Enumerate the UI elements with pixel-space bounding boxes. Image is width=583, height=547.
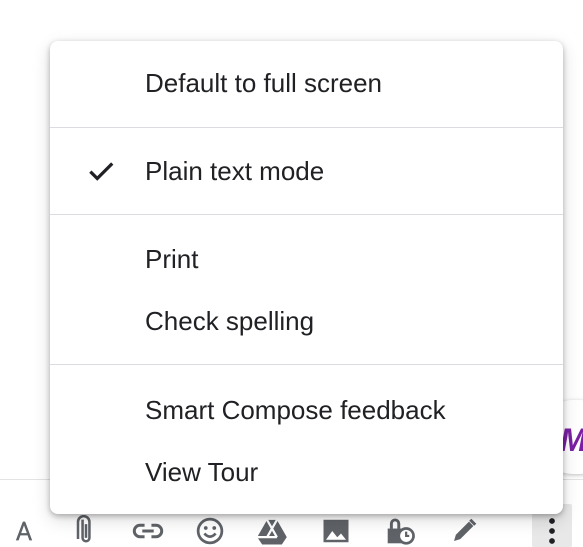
insert-photo-icon[interactable] (320, 515, 352, 547)
menu-item-label: Smart Compose feedback (145, 394, 446, 425)
menu-item-view-tour[interactable]: View Tour (50, 442, 563, 502)
menu-item-label: Print (145, 243, 199, 274)
app-logo-icon: M (560, 422, 583, 458)
menu-item-label: Plain text mode (145, 155, 325, 186)
menu-item-plain-text-mode[interactable]: Plain text mode (50, 141, 563, 201)
more-options-icon[interactable] (536, 515, 568, 547)
more-options-menu: Default to full screen Plain text mode P… (50, 41, 563, 514)
menu-item-default-full-screen[interactable]: Default to full screen (50, 53, 563, 113)
menu-item-label: View Tour (145, 456, 259, 487)
compose-window: M Default to full screen Plain text mode… (0, 0, 583, 547)
confidential-mode-icon[interactable] (384, 515, 416, 547)
menu-item-print[interactable]: Print (50, 229, 563, 289)
attach-file-icon[interactable] (70, 515, 102, 547)
checkmark-icon (89, 162, 114, 181)
google-drive-icon[interactable] (256, 515, 288, 547)
menu-item-label: Default to full screen (145, 67, 383, 98)
insert-emoji-icon[interactable] (194, 515, 226, 547)
menu-item-label: Check spelling (145, 305, 315, 336)
signature-icon[interactable] (448, 515, 480, 547)
formatting-options-icon[interactable] (8, 515, 40, 547)
menu-divider (50, 127, 563, 128)
insert-link-icon[interactable] (132, 515, 164, 547)
menu-item-smart-compose-feedback[interactable]: Smart Compose feedback (50, 380, 563, 440)
menu-divider (50, 214, 563, 215)
menu-divider (50, 364, 563, 365)
menu-item-check-spelling[interactable]: Check spelling (50, 291, 563, 351)
